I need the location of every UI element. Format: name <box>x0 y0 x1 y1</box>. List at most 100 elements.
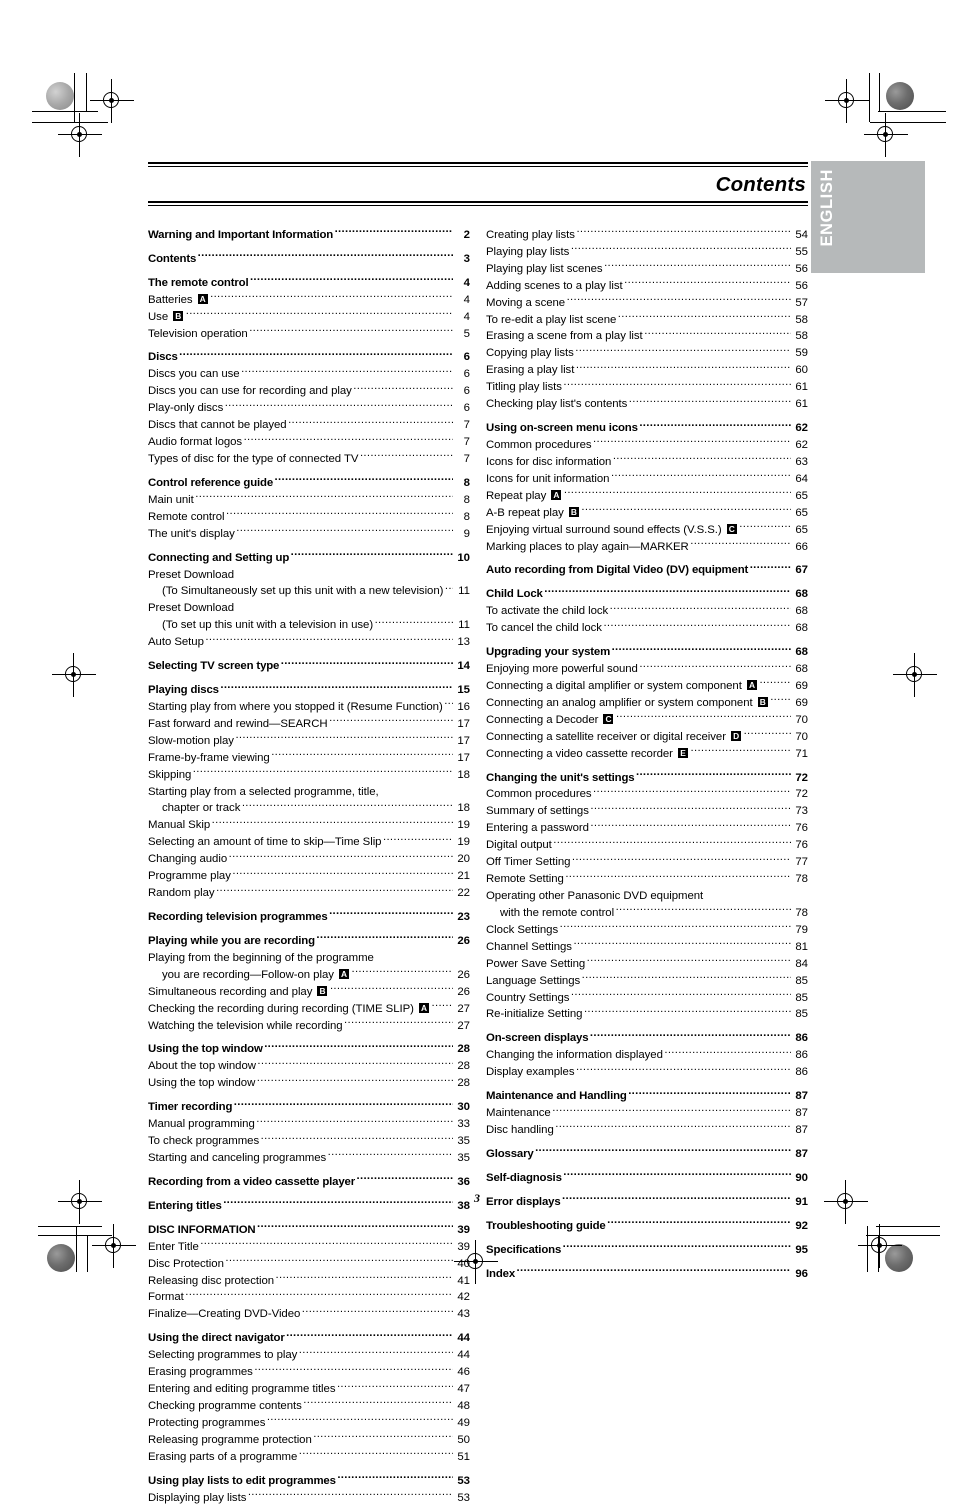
toc-entry[interactable]: Preset Download <box>148 566 470 583</box>
toc-entry[interactable]: Adding scenes to a play list 56 <box>486 277 808 294</box>
toc-entry[interactable]: Starting play from where you stopped it … <box>148 699 470 716</box>
toc-entry[interactable]: Common procedures 62 <box>486 437 808 454</box>
toc-entry[interactable]: chapter or track 18 <box>148 800 470 817</box>
toc-entry[interactable]: Self-diagnosis 90 <box>486 1169 808 1186</box>
toc-entry[interactable]: DISC INFORMATION 39 <box>148 1221 470 1238</box>
toc-entry[interactable]: Remote control 8 <box>148 508 470 525</box>
toc-entry[interactable]: Copying play lists 59 <box>486 345 808 362</box>
toc-entry[interactable]: Index 96 <box>486 1265 808 1282</box>
toc-entry[interactable]: Format 42 <box>148 1289 470 1306</box>
toc-entry[interactable]: Summary of settings 73 <box>486 803 808 820</box>
toc-entry[interactable]: Off Timer Setting 77 <box>486 854 808 871</box>
toc-entry[interactable]: Discs you can use 6 <box>148 366 470 383</box>
toc-entry[interactable]: Auto recording from Digital Video (DV) e… <box>486 562 808 579</box>
toc-entry[interactable]: Moving a scene 57 <box>486 294 808 311</box>
toc-entry[interactable]: Disc Protection 40 <box>148 1255 470 1272</box>
toc-entry[interactable]: Random play 22 <box>148 885 470 902</box>
toc-entry[interactable]: with the remote control 78 <box>486 905 808 922</box>
toc-entry[interactable]: To activate the child lock 68 <box>486 603 808 620</box>
toc-entry[interactable]: Clock Settings 79 <box>486 921 808 938</box>
toc-entry[interactable]: Discs 6 <box>148 349 470 366</box>
toc-entry[interactable]: Use B 4 <box>148 308 470 325</box>
toc-entry[interactable]: Releasing disc protection 41 <box>148 1272 470 1289</box>
toc-entry[interactable]: Display examples 86 <box>486 1064 808 1081</box>
toc-entry[interactable]: About the top window 28 <box>148 1058 470 1075</box>
toc-entry[interactable]: Audio format logos 7 <box>148 434 470 451</box>
toc-entry[interactable]: To re-edit a play list scene 58 <box>486 311 808 328</box>
toc-entry[interactable]: On-screen displays 86 <box>486 1030 808 1047</box>
toc-entry[interactable]: Entering and editing programme titles 47 <box>148 1381 470 1398</box>
toc-entry[interactable]: Using play lists to edit programmes 53 <box>148 1472 470 1489</box>
toc-entry[interactable]: Skipping 18 <box>148 766 470 783</box>
toc-entry[interactable]: Displaying play lists 53 <box>148 1489 470 1506</box>
toc-entry[interactable]: Checking play list's contents 61 <box>486 396 808 413</box>
toc-entry[interactable]: Preset Download <box>148 600 470 617</box>
toc-entry[interactable]: Auto Setup 13 <box>148 634 470 651</box>
toc-entry[interactable]: Recording television programmes 23 <box>148 909 470 926</box>
toc-entry[interactable]: Using the top window 28 <box>148 1075 470 1092</box>
toc-entry[interactable]: Icons for unit information 64 <box>486 470 808 487</box>
toc-entry[interactable]: Operating other Panasonic DVD equipment <box>486 888 808 905</box>
toc-entry[interactable]: Protecting programmes 49 <box>148 1415 470 1432</box>
toc-entry[interactable]: To check programmes 35 <box>148 1133 470 1150</box>
toc-entry[interactable]: Connecting a satellite receiver or digit… <box>486 728 808 745</box>
toc-entry[interactable]: Re-initialize Setting 85 <box>486 1006 808 1023</box>
toc-entry[interactable]: Connecting and Setting up 10 <box>148 549 470 566</box>
toc-entry[interactable]: Starting and canceling programmes 35 <box>148 1150 470 1167</box>
toc-entry[interactable]: Glossary 87 <box>486 1146 808 1163</box>
toc-entry[interactable]: Erasing a play list 60 <box>486 362 808 379</box>
toc-entry[interactable]: Enjoying virtual surround sound effects … <box>486 521 808 538</box>
toc-entry[interactable]: Fast forward and rewind—SEARCH 17 <box>148 715 470 732</box>
toc-entry[interactable]: Control reference guide 8 <box>148 475 470 492</box>
toc-entry[interactable]: Starting play from a selected programme,… <box>148 783 470 800</box>
toc-entry[interactable]: Remote Setting 78 <box>486 871 808 888</box>
toc-entry[interactable]: (To set up this unit with a television i… <box>148 617 470 634</box>
toc-entry[interactable]: Titling play lists 61 <box>486 379 808 396</box>
toc-entry[interactable]: Connecting a video cassette recorder E 71 <box>486 745 808 762</box>
toc-entry[interactable]: Changing the information displayed 86 <box>486 1047 808 1064</box>
toc-entry[interactable]: Changing audio 20 <box>148 851 470 868</box>
toc-entry[interactable]: Discs that cannot be played 7 <box>148 417 470 434</box>
toc-entry[interactable]: Common procedures 72 <box>486 786 808 803</box>
toc-entry[interactable]: Playing discs 15 <box>148 682 470 699</box>
toc-entry[interactable]: Playing play list scenes 56 <box>486 260 808 277</box>
toc-entry[interactable]: Using the direct navigator 44 <box>148 1330 470 1347</box>
toc-entry[interactable]: Main unit 8 <box>148 491 470 508</box>
toc-entry[interactable]: A-B repeat play B 65 <box>486 504 808 521</box>
toc-entry[interactable]: Maintenance and Handling 87 <box>486 1088 808 1105</box>
toc-entry[interactable]: Entering a password 76 <box>486 820 808 837</box>
toc-entry[interactable]: you are recording—Follow-on play A 26 <box>148 966 470 983</box>
toc-entry[interactable]: Erasing parts of a programme 51 <box>148 1448 470 1465</box>
toc-entry[interactable]: Batteries A 4 <box>148 291 470 308</box>
toc-entry[interactable]: Simultaneous recording and play B 26 <box>148 983 470 1000</box>
toc-entry[interactable]: The unit's display 9 <box>148 525 470 542</box>
toc-entry[interactable]: Enjoying more powerful sound 68 <box>486 661 808 678</box>
toc-entry[interactable]: Enter Title 39 <box>148 1238 470 1255</box>
toc-entry[interactable]: Playing play lists 55 <box>486 243 808 260</box>
toc-entry[interactable]: Playing while you are recording 26 <box>148 933 470 950</box>
toc-entry[interactable]: Connecting an analog amplifier or system… <box>486 694 808 711</box>
toc-entry[interactable]: Language Settings 85 <box>486 972 808 989</box>
toc-entry[interactable]: To cancel the child lock 68 <box>486 620 808 637</box>
toc-entry[interactable]: Repeat play A 65 <box>486 487 808 504</box>
toc-entry[interactable]: Frame-by-frame viewing 17 <box>148 749 470 766</box>
toc-entry[interactable]: Connecting a digital amplifier or system… <box>486 678 808 695</box>
toc-entry[interactable]: Manual programming 33 <box>148 1116 470 1133</box>
toc-entry[interactable]: Creating play lists 54 <box>486 227 808 244</box>
toc-entry[interactable]: Checking programme contents 48 <box>148 1398 470 1415</box>
toc-entry[interactable]: Slow-motion play 17 <box>148 732 470 749</box>
toc-entry[interactable]: Checking the recording during recording … <box>148 1000 470 1017</box>
toc-entry[interactable]: Using the top window 28 <box>148 1041 470 1058</box>
toc-entry[interactable]: Erasing a scene from a play list 58 <box>486 328 808 345</box>
toc-entry[interactable]: Releasing programme protection 50 <box>148 1431 470 1448</box>
toc-entry[interactable]: Child Lock 68 <box>486 586 808 603</box>
toc-entry[interactable]: Contents 3 <box>148 250 470 267</box>
toc-entry[interactable]: Using on-screen menu icons 62 <box>486 420 808 437</box>
toc-entry[interactable]: Icons for disc information 63 <box>486 454 808 471</box>
toc-entry[interactable]: Maintenance 87 <box>486 1105 808 1122</box>
toc-entry[interactable]: Manual Skip 19 <box>148 817 470 834</box>
toc-entry[interactable]: Changing the unit's settings 72 <box>486 769 808 786</box>
toc-entry[interactable]: Programme play 21 <box>148 868 470 885</box>
toc-entry[interactable]: Timer recording 30 <box>148 1099 470 1116</box>
toc-entry[interactable]: Marking places to play again—MARKER 66 <box>486 538 808 555</box>
